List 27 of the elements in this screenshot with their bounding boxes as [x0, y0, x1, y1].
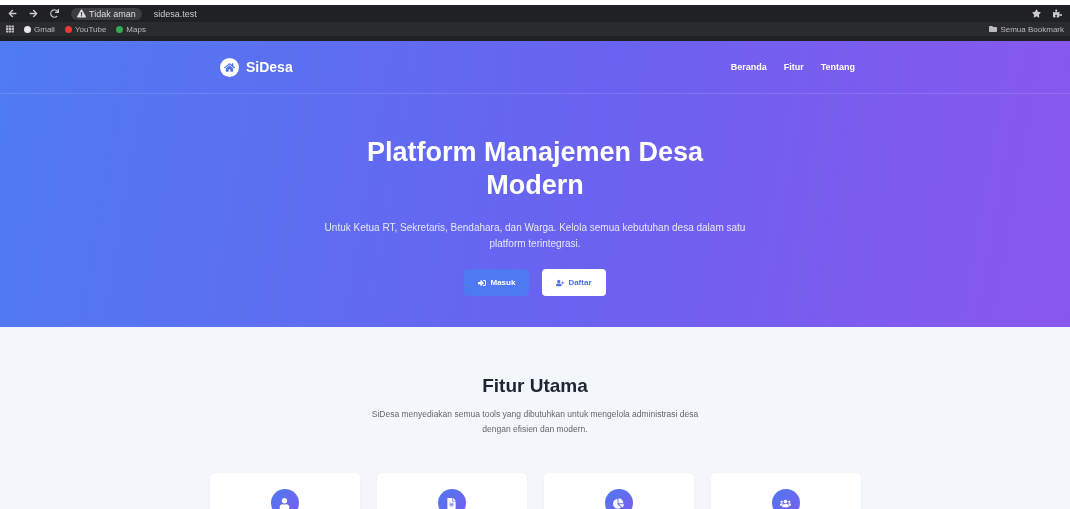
extensions-icon[interactable]: [1053, 9, 1062, 18]
section-subtitle: SiDesa menyediakan semua tools yang dibutuhkan untuk mengelola administrasi desa dengan efisien dan modern.: [370, 408, 700, 436]
bookmark[interactable]: YouTube: [64, 24, 107, 34]
reload-icon[interactable]: [50, 9, 59, 18]
register-button[interactable]: Daftar: [542, 269, 606, 296]
section-title: Fitur Utama: [482, 375, 588, 397]
hero-title: Platform Manajemen Desa Modern: [365, 136, 705, 202]
home-logo-icon: [220, 57, 239, 77]
brand-name[interactable]: SiDesa: [246, 59, 293, 75]
hero-subtitle: Untuk Ketua RT, Sekretaris, Bendahara, dan Warga. Kelola semua kebutuhan desa dalam satu platform terintegrasi.: [323, 221, 747, 251]
bookmark[interactable]: Maps: [116, 24, 146, 34]
login-button[interactable]: Masuk: [464, 269, 530, 296]
apps-icon[interactable]: [6, 25, 14, 33]
bookmark[interactable]: Gmail: [24, 24, 55, 34]
security-chip[interactable]: Tidak aman: [71, 7, 142, 20]
user-plus-icon: [556, 278, 565, 287]
back-icon[interactable]: [8, 9, 17, 18]
url-text[interactable]: sidesa.test: [153, 8, 197, 19]
all-bookmarks[interactable]: Semua Bookmark: [989, 24, 1064, 34]
bookmark-star-icon[interactable]: [1032, 9, 1041, 18]
nav-link[interactable]: Tentang: [820, 62, 855, 72]
warning-icon: [77, 9, 86, 18]
sign-in-icon: [478, 278, 487, 287]
nav-link[interactable]: Beranda: [730, 62, 767, 72]
forward-icon[interactable]: [29, 9, 38, 18]
nav-link[interactable]: Fitur: [783, 62, 804, 72]
folder-icon: [989, 25, 998, 33]
